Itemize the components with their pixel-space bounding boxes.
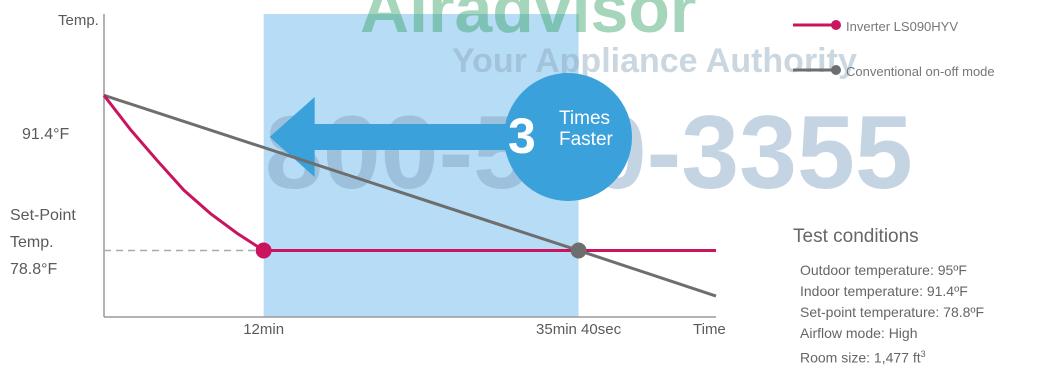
test-condition-indoor: Indoor temperature: 91.4ºF [800, 283, 968, 299]
y-tick-label-setpoint-line1: Set-Point [10, 207, 76, 224]
badge-line2: Faster [559, 129, 614, 150]
test-conditions-panel: Test conditions Outdoor temperature: 95º… [792, 226, 1042, 369]
test-condition-room-size: Room size: 1,477 ft3 [800, 344, 1042, 369]
y-tick-label-91-4: 91.4°F [22, 126, 70, 143]
y-tick-label-setpoint-line2: Temp. [10, 234, 54, 251]
x-tick-label-35min40sec: 35min 40sec [536, 321, 622, 338]
legend-marker-inverter [831, 20, 841, 30]
test-conditions-list: Outdoor temperature: 95ºF Indoor tempera… [792, 260, 1042, 369]
legend-label-conventional: Conventional on-off mode [846, 64, 995, 79]
badge-line1: Times [559, 108, 610, 129]
marker-conventional-35min [570, 242, 587, 259]
y-tick-label-setpoint-line3: 78.8°F [10, 261, 58, 278]
test-condition-setpoint: Set-point temperature: 78.8ºF [800, 304, 985, 320]
x-axis-label: Time [693, 321, 726, 338]
test-conditions-title: Test conditions [793, 226, 919, 247]
y-axis-label: Temp. [58, 12, 99, 29]
three-times-faster-badge: 3 Times Faster [504, 73, 632, 201]
marker-inverter-12min [255, 242, 272, 259]
watermark-tagline: Your Appliance Authority [452, 42, 857, 80]
test-condition-outdoor: Outdoor temperature: 95ºF [800, 262, 967, 278]
room-size-label: Room size: 1,477 ft [800, 349, 921, 366]
legend-label-inverter: Inverter LS090HYV [846, 19, 958, 34]
legend-item-inverter: Inverter LS090HYV [793, 19, 958, 34]
badge-number: 3 [508, 108, 536, 164]
test-condition-airflow: Airflow mode: High [800, 325, 918, 341]
x-tick-label-12min: 12min [243, 321, 284, 338]
watermark-logo: Airadvisor [360, 0, 696, 47]
legend-marker-conventional [831, 65, 841, 75]
room-size-superscript: 3 [920, 349, 926, 359]
arrow-shaft [309, 124, 515, 150]
